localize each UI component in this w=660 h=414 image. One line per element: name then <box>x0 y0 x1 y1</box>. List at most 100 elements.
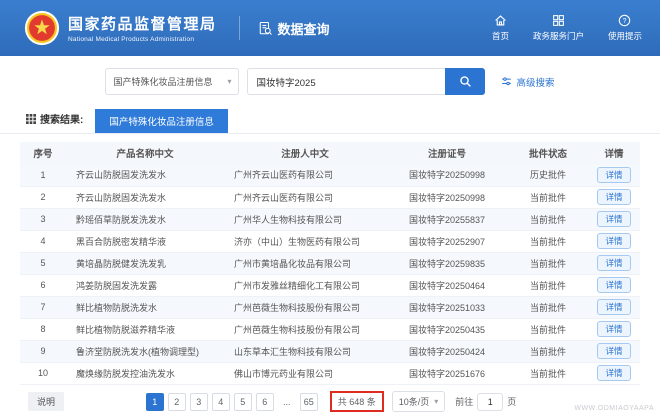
goto-suffix-label: 页 <box>507 397 517 407</box>
results-bar: 搜索结果: 国产特殊化妆品注册信息 <box>0 106 660 134</box>
cell-no: 2 <box>40 192 46 202</box>
detail-button[interactable]: 详情 <box>597 364 631 382</box>
search-input[interactable] <box>247 68 446 95</box>
table-body: 1 齐云山防脱固发洗发水 广州齐云山医药有限公司 国妆特字20250998 历史批件 详情… <box>20 164 640 384</box>
cell-status: 当前批件 <box>529 368 566 379</box>
goto-prefix-label: 前往 <box>455 397 474 407</box>
detail-button[interactable]: 详情 <box>597 254 631 272</box>
svg-text:?: ? <box>623 18 627 25</box>
cell-status: 当前批件 <box>529 192 566 203</box>
advanced-search-link[interactable]: 高级搜索 <box>501 75 555 89</box>
cell-cert: 国妆特字20251033 <box>408 302 486 313</box>
cell-status: 当前批件 <box>529 236 566 247</box>
data-query-title: 数据查询 <box>238 16 330 40</box>
nav-usage-tips[interactable]: ? 使用提示 <box>608 14 642 42</box>
category-select-value: 国产特殊化妆品注册信息 <box>113 77 213 87</box>
cell-product: 鲁济堂防脱洗发水(植物调理型) <box>76 346 199 357</box>
table-header-row: 序号 产品名称中文 注册人中文 注册证号 批件状态 详情 <box>20 142 640 164</box>
cell-product: 黄培晶防脱健发洗发乳 <box>76 258 167 269</box>
cell-no: 7 <box>40 302 46 312</box>
top-header: 国家药品监督管理局 National Medical Products Admi… <box>0 0 660 56</box>
watermark-text: WWW.ODMIAOYAAPA <box>574 405 654 412</box>
total-count-label: 共 648 条 <box>337 397 376 407</box>
detail-button[interactable]: 详情 <box>597 298 631 316</box>
page-size-value: 10条/页 <box>398 397 430 407</box>
page: 国家药品监督管理局 National Medical Products Admi… <box>0 0 660 413</box>
table-row: 1 齐云山防脱固发洗发水 广州齐云山医药有限公司 国妆特字20250998 历史批件 详情 <box>20 164 640 186</box>
detail-button[interactable]: 详情 <box>597 276 631 294</box>
cell-registrant: 广州华人生物科技有限公司 <box>234 214 343 225</box>
cell-detail: 详情 <box>588 362 640 384</box>
column-header: 详情 <box>588 142 640 164</box>
nav-gov-portal-label: 政务服务门户 <box>532 31 584 41</box>
table-row: 9 鲁济堂防脱洗发水(植物调理型) 山东草本汇生物科技有限公司 国妆特字2025042… <box>20 340 640 362</box>
detail-button[interactable]: 详情 <box>597 210 631 228</box>
data-query-label: 数据查询 <box>277 21 330 37</box>
cell-cert: 国妆特字20259835 <box>408 258 486 269</box>
detail-button[interactable]: 详情 <box>597 232 631 250</box>
cell-no: 4 <box>40 236 46 246</box>
cell-cert: 国妆特字20252907 <box>408 236 486 247</box>
nav-home[interactable]: 首页 <box>492 14 509 42</box>
search-button[interactable] <box>445 68 486 95</box>
detail-button[interactable]: 详情 <box>597 320 631 338</box>
pagination-bar: 说明 123456...65 共 648 条 10条/页 ▾ 前往 页 <box>0 391 660 413</box>
portal-icon <box>553 15 564 26</box>
detail-button[interactable]: 详情 <box>597 188 631 206</box>
table-row: 3 黔瑶佰草防脱发洗发水 广州华人生物科技有限公司 国妆特字20255837 当前批件 详… <box>20 208 640 230</box>
cell-product: 鲜比植物防脱滋养精华液 <box>76 324 176 335</box>
pager-pages: 1 2 3 4 5 6... 65 <box>144 392 320 411</box>
goto-page-input[interactable] <box>477 392 504 411</box>
category-select[interactable]: 国产特殊化妆品注册信息 ▾ <box>105 68 240 95</box>
cell-registrant: 广州芭薇生物科技股份有限公司 <box>234 302 361 313</box>
page-button[interactable]: 6 <box>255 392 274 411</box>
detail-button[interactable]: 详情 <box>597 342 631 360</box>
page-button[interactable]: 2 <box>167 392 186 411</box>
cell-no: 6 <box>40 280 46 290</box>
note-button[interactable]: 说明 <box>28 392 65 411</box>
cell-product: 鸿姜防脱固发洗发露 <box>76 280 158 291</box>
cell-cert: 国妆特字20250998 <box>408 170 486 181</box>
cell-no: 5 <box>40 258 46 268</box>
advanced-search-label: 高级搜索 <box>516 77 555 89</box>
cell-registrant: 广州齐云山医药有限公司 <box>234 192 334 203</box>
detail-button[interactable]: 详情 <box>597 166 631 183</box>
column-header: 产品名称中文 <box>66 142 224 164</box>
cell-detail: 详情 <box>588 164 640 186</box>
cell-detail: 详情 <box>588 208 640 230</box>
page-button[interactable]: 1 <box>145 392 164 411</box>
page-button[interactable]: 3 <box>189 392 208 411</box>
cell-status: 当前批件 <box>529 346 566 357</box>
results-table: 序号 产品名称中文 注册人中文 注册证号 批件状态 详情 1 齐云山防脱固发洗发水 广州齐云山… <box>20 142 640 385</box>
nav-gov-portal[interactable]: 政务服务门户 <box>533 14 584 42</box>
cell-detail: 详情 <box>588 296 640 318</box>
cell-no: 10 <box>37 368 48 378</box>
cell-status: 当前批件 <box>529 280 566 291</box>
table-row: 10 魔焕缘防脱发控油洗发水 佛山市博元药业有限公司 国妆特字20251676 当前批件… <box>20 362 640 384</box>
cell-detail: 详情 <box>588 230 640 252</box>
cell-no: 8 <box>40 324 46 334</box>
results-tab-active[interactable]: 国产特殊化妆品注册信息 <box>95 109 228 133</box>
cell-detail: 详情 <box>588 274 640 296</box>
cell-product: 魔焕缘防脱发控油洗发水 <box>76 368 176 379</box>
page-size-select[interactable]: 10条/页 ▾ <box>391 391 446 412</box>
table-row: 8 鲜比植物防脱滋养精华液 广州芭薇生物科技股份有限公司 国妆特字20250435 当前… <box>20 318 640 340</box>
cell-cert: 国妆特字20250435 <box>408 324 486 335</box>
cell-registrant: 广州齐云山医药有限公司 <box>234 170 334 181</box>
nav-usage-tips-label: 使用提示 <box>607 31 642 41</box>
cell-no: 3 <box>40 214 46 224</box>
chevron-down-icon: ▾ <box>227 76 232 86</box>
cell-product: 鲜比植物防脱洗发水 <box>76 302 158 313</box>
page-button[interactable]: 5 <box>233 392 252 411</box>
home-icon <box>495 15 506 26</box>
cell-product: 黔瑶佰草防脱发洗发水 <box>76 214 167 225</box>
cell-no: 1 <box>40 169 46 180</box>
column-header: 注册人中文 <box>224 142 386 164</box>
pager-ellipsis: ... <box>278 393 296 411</box>
help-icon: ? <box>619 14 631 27</box>
page-button[interactable]: 4 <box>211 392 230 411</box>
cell-registrant: 广州芭薇生物科技股份有限公司 <box>234 324 361 335</box>
advanced-search-icon <box>502 77 512 86</box>
page-button[interactable]: 65 <box>299 392 318 411</box>
column-header: 批件状态 <box>508 142 588 164</box>
